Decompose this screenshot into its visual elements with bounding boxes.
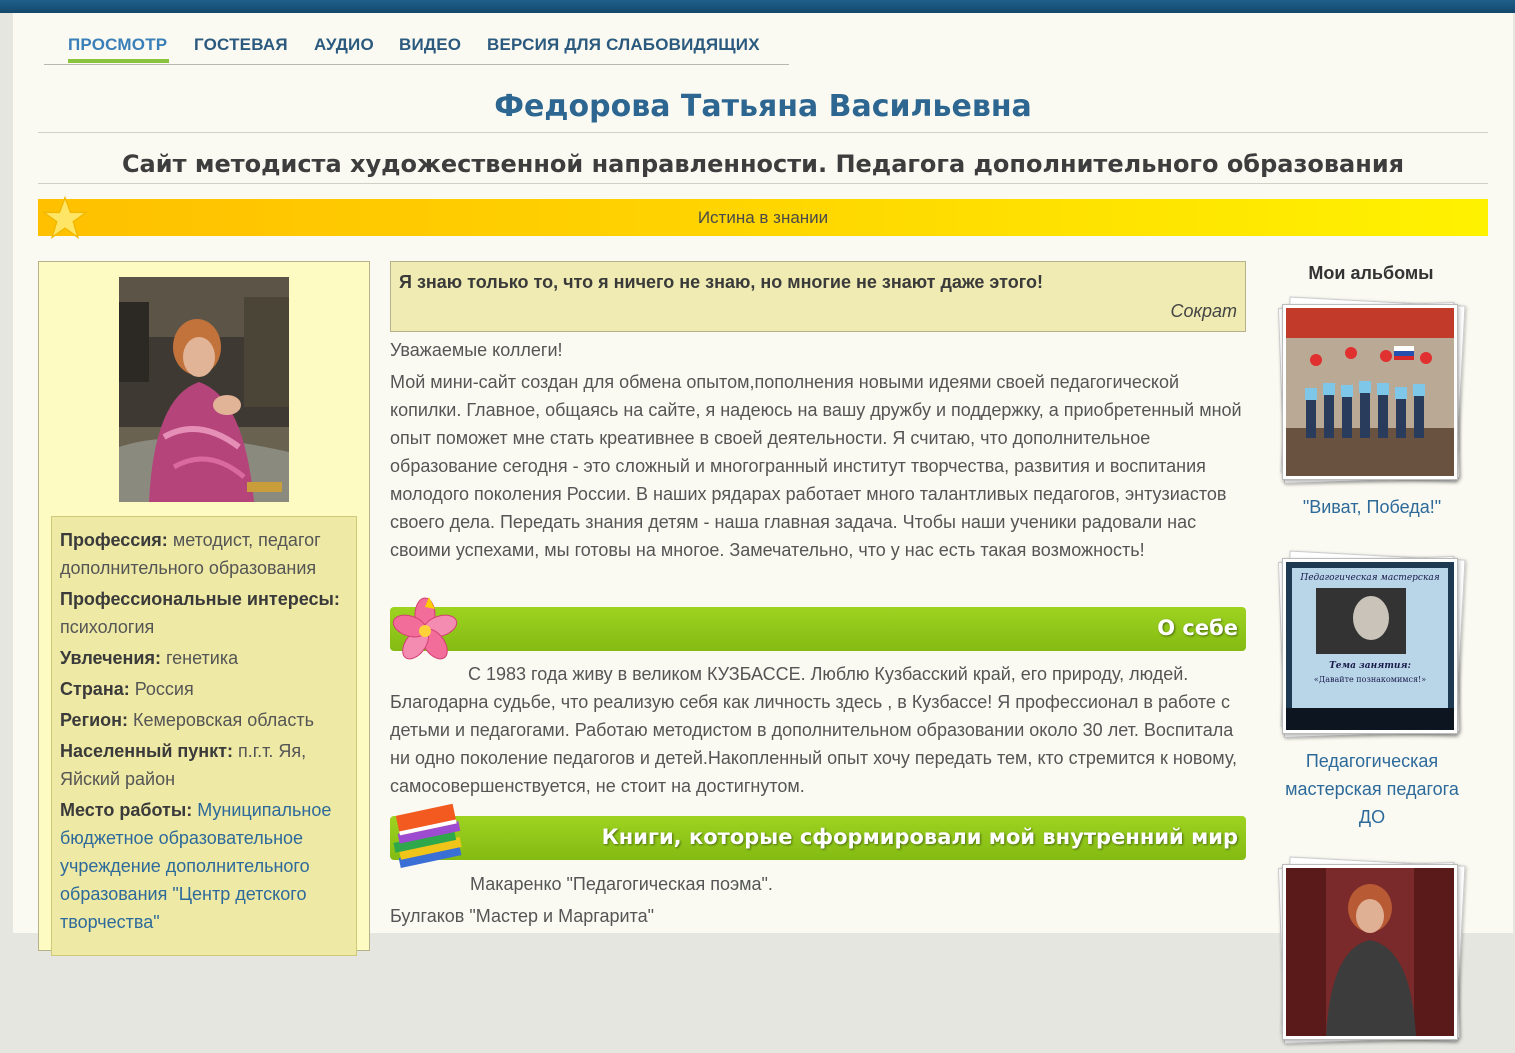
flower-icon — [392, 597, 458, 660]
album-item[interactable]: Педагогическая мастерская Тема занятия: … — [1277, 550, 1466, 831]
profile-photo — [119, 277, 289, 502]
divider — [38, 132, 1488, 133]
profile-sidebar: Профессия: методист, педагог дополнитель… — [38, 261, 370, 956]
page: ПРОСМОТР ГОСТЕВАЯ АУДИО ВИДЕО ВЕРСИЯ ДЛЯ… — [13, 13, 1513, 1045]
quote-box: Я знаю только то, что я ничего не знаю, … — [390, 261, 1246, 332]
album-caption[interactable]: "Виват, Победа!" — [1279, 493, 1465, 521]
album-thumbnail[interactable] — [1277, 856, 1466, 1047]
quote-text: Я знаю только то, что я ничего не знаю, … — [399, 272, 1043, 292]
album-thumbnail[interactable]: Педагогическая мастерская Тема занятия: … — [1277, 550, 1466, 741]
divider — [38, 183, 1488, 184]
books-icon — [393, 803, 462, 868]
books-heading: Книги, которые сформировали мой внутренн… — [601, 825, 1238, 849]
nav-item-view[interactable]: ПРОСМОТР — [68, 35, 167, 55]
book-item: Булгаков "Мастер и Маргарита" — [390, 906, 654, 926]
nav-item-guestbook[interactable]: ГОСТЕВАЯ — [194, 35, 288, 55]
slide-title: Педагогическая мастерская — [1299, 573, 1439, 583]
profile-info: Профессия: методист, педагог дополнитель… — [51, 516, 357, 956]
motto-banner: Истина в знании — [38, 195, 1488, 240]
interests-row: Профессиональные интересы: психология — [60, 589, 340, 637]
album-thumbnail[interactable] — [1277, 296, 1466, 487]
album-caption[interactable]: Педагогическая мастерская педагога ДО — [1279, 747, 1465, 831]
hobbies-row: Увлечения: генетика — [60, 648, 239, 668]
intro-text: Мой мини-сайт создан для обмена опытом,п… — [390, 372, 1242, 560]
page-subtitle: Сайт методиста художественной направленн… — [121, 150, 1405, 178]
profession-row: Профессия: методист, педагог дополнитель… — [60, 530, 321, 578]
motto-text: Истина в знании — [697, 208, 829, 227]
greeting: Уважаемые коллеги! — [390, 340, 563, 360]
work-row: Место работы: Муниципальное бюджетное об… — [60, 800, 332, 932]
books-section-header: Книги, которые сформировали мой внутренн… — [390, 816, 1246, 860]
quote-author: Сократ — [1170, 301, 1237, 321]
book-item: Макаренко "Педагогическая поэма". — [470, 874, 773, 894]
albums-title: Мои альбомы — [1308, 263, 1434, 283]
slide-subtitle: «Давайте познакомимся!» — [1314, 675, 1426, 684]
nav-item-audio[interactable]: АУДИО — [314, 35, 374, 55]
album-item[interactable] — [1277, 856, 1466, 1053]
nav-item-accessible-version[interactable]: ВЕРСИЯ ДЛЯ СЛАБОВИДЯЩИХ — [487, 35, 760, 55]
city-row: Населенный пункт: п.г.т. Яя, Яйский райо… — [60, 741, 307, 789]
nav-active-indicator — [68, 59, 169, 63]
nav-item-video[interactable]: ВИДЕО — [399, 35, 461, 55]
about-section-header: О себе — [390, 607, 1246, 651]
page-title: Федорова Татьяна Васильевна — [494, 89, 1032, 124]
slide-topic: Тема занятия: — [1329, 661, 1411, 671]
main-nav: ПРОСМОТР ГОСТЕВАЯ АУДИО ВИДЕО ВЕРСИЯ ДЛЯ… — [44, 27, 789, 65]
country-row: Страна: Россия — [60, 679, 194, 699]
about-text: С 1983 года живу в великом КУЗБАССЕ. Люб… — [390, 664, 1238, 796]
about-heading: О себе — [1157, 616, 1238, 640]
album-item[interactable]: "Виват, Победа!" — [1277, 296, 1466, 521]
top-bar — [0, 0, 1515, 13]
region-row: Регион: Кемеровская область — [60, 710, 314, 730]
